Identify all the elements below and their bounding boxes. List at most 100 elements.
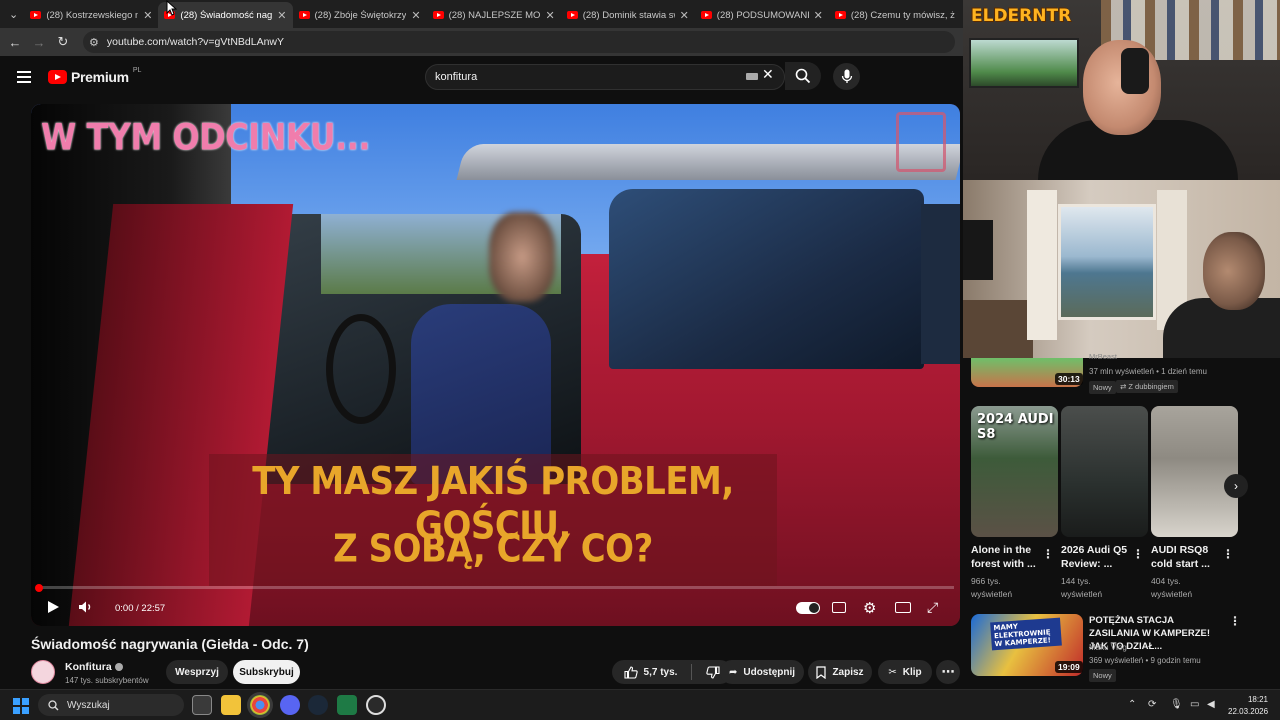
file-explorer-icon[interactable]: [221, 695, 241, 715]
excel-icon[interactable]: [337, 695, 357, 715]
rec-channel[interactable]: MrBeast: [1089, 352, 1117, 361]
steam-icon[interactable]: [308, 695, 328, 715]
search-button[interactable]: [785, 62, 821, 90]
browser-tab[interactable]: (28) Kostrzewskiego nie o ✕: [24, 2, 158, 28]
channel-watermark-icon[interactable]: [896, 112, 946, 172]
youtube-favicon-icon: [30, 11, 42, 19]
rec-meta: 369 wyświetleń • 9 godzin temu: [1089, 656, 1201, 665]
clip-button[interactable]: ✂ Klip: [878, 660, 932, 684]
autoplay-toggle[interactable]: [796, 602, 820, 614]
youtube-premium-logo[interactable]: Premium PL: [48, 66, 142, 85]
dubbing-badge: ⇄ Z dubbingiem: [1116, 380, 1178, 393]
tab-close-icon[interactable]: ✕: [143, 9, 152, 22]
speaker-icon[interactable]: ◀: [1207, 699, 1215, 710]
short-menu-icon[interactable]: ⋮: [1132, 547, 1144, 561]
browser-tab[interactable]: (28) PODSUMOWANIE FA ✕: [695, 2, 829, 28]
fullscreen-icon[interactable]: ⤢: [927, 599, 938, 616]
sync-icon[interactable]: ⟳: [1148, 699, 1156, 710]
channel-avatar[interactable]: [31, 660, 55, 684]
video-player[interactable]: W TYM ODCINKU... TY MASZ JAKIŚ PROBLEM, …: [31, 104, 960, 626]
tab-close-icon[interactable]: ✕: [411, 9, 420, 22]
share-label: Udostępnij: [743, 666, 796, 678]
carousel-next-button[interactable]: ›: [1224, 474, 1248, 498]
taskbar-clock[interactable]: 18:21 22.03.2026: [1228, 694, 1268, 718]
short-menu-icon[interactable]: ⋮: [1042, 547, 1054, 561]
short-thumbnail[interactable]: [1151, 406, 1238, 537]
channel-name[interactable]: Konfitura: [65, 661, 123, 673]
volume-button[interactable]: [77, 597, 95, 617]
tab-title: (28) Kostrzewskiego nie o: [46, 9, 139, 21]
player-controls: 0:00 / 22:57 ⚙ ⤢: [31, 594, 960, 626]
taskbar-search[interactable]: Wyszukaj: [38, 694, 184, 716]
more-icon: ⋯: [941, 664, 955, 679]
rec-channel[interactable]: Maku Vlog: [1089, 643, 1127, 652]
like-button[interactable]: 5,7 tys.: [623, 665, 677, 679]
youtube-logo-icon: [48, 70, 67, 84]
tab-close-icon[interactable]: ✕: [680, 9, 689, 22]
clock-time: 18:21: [1247, 695, 1268, 704]
logo-region: PL: [132, 66, 142, 74]
address-bar: ← → ↻ ⚙ youtube.com/watch?v=gVtNBdLAnwY: [0, 28, 963, 56]
youtube-favicon-icon: [834, 11, 846, 19]
short-thumb-text: 2024 AUDI S8: [977, 412, 1054, 442]
subtitles-icon[interactable]: [832, 602, 846, 613]
more-actions-button[interactable]: ⋯: [936, 660, 960, 684]
keyboard-icon[interactable]: [746, 73, 758, 80]
video-duration: 19:09: [1055, 661, 1083, 673]
site-info-icon[interactable]: ⚙: [89, 36, 99, 49]
short-menu-icon[interactable]: ⋮: [1222, 547, 1234, 561]
support-button[interactable]: Wesprzyj: [166, 660, 228, 684]
task-view-icon[interactable]: [192, 695, 212, 715]
progress-bar[interactable]: [37, 586, 954, 589]
clear-search-icon[interactable]: ✕: [762, 66, 774, 83]
theater-mode-icon[interactable]: [895, 602, 911, 613]
thumbs-down-icon[interactable]: [706, 665, 721, 679]
forward-arrow-icon[interactable]: →: [27, 35, 51, 50]
short-title[interactable]: Alone in the forest with ...: [971, 543, 1043, 571]
aquarium: [969, 38, 1079, 88]
browser-tab-active[interactable]: (28) Świadomość nagrywa ✕: [158, 2, 293, 28]
browser-tab[interactable]: (28) Zbóje Świętokrzyscy ✕: [293, 2, 427, 28]
share-button[interactable]: ➦ Udostępnij: [720, 660, 804, 684]
browser-tab[interactable]: (28) Czemu ty mówisz, ż: [829, 2, 963, 28]
tab-close-icon[interactable]: ✕: [545, 9, 554, 22]
tab-close-icon[interactable]: ✕: [814, 9, 823, 22]
headset: [1121, 48, 1149, 94]
obs-icon[interactable]: [366, 695, 386, 715]
desk: [963, 300, 1033, 358]
windows-start-icon[interactable]: [13, 698, 29, 714]
short-thumbnail[interactable]: 2024 AUDI S8: [971, 406, 1058, 537]
tab-close-icon[interactable]: ✕: [277, 9, 286, 22]
discord-icon[interactable]: [280, 695, 300, 715]
short-title[interactable]: AUDI RSQ8 cold start ...: [1151, 543, 1223, 571]
subscribe-button[interactable]: Subskrybuj: [233, 660, 300, 684]
balcony-window: [1058, 204, 1156, 320]
video-title: Świadomość nagrywania (Giełda - Odc. 7): [31, 636, 309, 652]
car-rear-window: [609, 189, 924, 369]
short-thumbnail[interactable]: [1061, 406, 1148, 537]
search-input[interactable]: konfitura: [425, 64, 785, 90]
url-field[interactable]: ⚙ youtube.com/watch?v=gVtNBdLAnwY: [83, 31, 955, 53]
rec-menu-icon[interactable]: ⋮: [1229, 614, 1241, 628]
back-arrow-icon[interactable]: ←: [3, 35, 27, 50]
save-button[interactable]: Zapisz: [808, 660, 872, 684]
tab-title: (28) Dominik stawia swoje: [582, 9, 675, 21]
browser-tab[interactable]: (28) NAJLEPSZE MOMENT ✕: [427, 2, 561, 28]
reload-icon[interactable]: ↻: [51, 34, 75, 50]
tab-search-chevron-icon[interactable]: ⌄: [3, 3, 24, 25]
network-icon[interactable]: ▭: [1190, 699, 1199, 710]
menu-icon[interactable]: [17, 71, 31, 83]
show-hidden-icons-icon[interactable]: ⌃: [1128, 699, 1136, 710]
streamer-face: [1203, 232, 1265, 310]
bookmark-icon: [816, 665, 827, 679]
play-button[interactable]: [45, 597, 61, 617]
voice-search-button[interactable]: [833, 63, 860, 90]
chrome-icon[interactable]: [250, 695, 270, 715]
tab-title: (28) Zbóje Świętokrzyscy: [314, 9, 407, 21]
mouse-cursor-icon: [166, 0, 177, 16]
microphone-icon[interactable]: 🎙: [1170, 699, 1183, 710]
short-title[interactable]: 2026 Audi Q5 Review: ...: [1061, 543, 1133, 571]
progress-scrubber[interactable]: [35, 584, 43, 592]
browser-tab[interactable]: (28) Dominik stawia swoje ✕: [561, 2, 695, 28]
settings-gear-icon[interactable]: ⚙: [863, 599, 876, 617]
